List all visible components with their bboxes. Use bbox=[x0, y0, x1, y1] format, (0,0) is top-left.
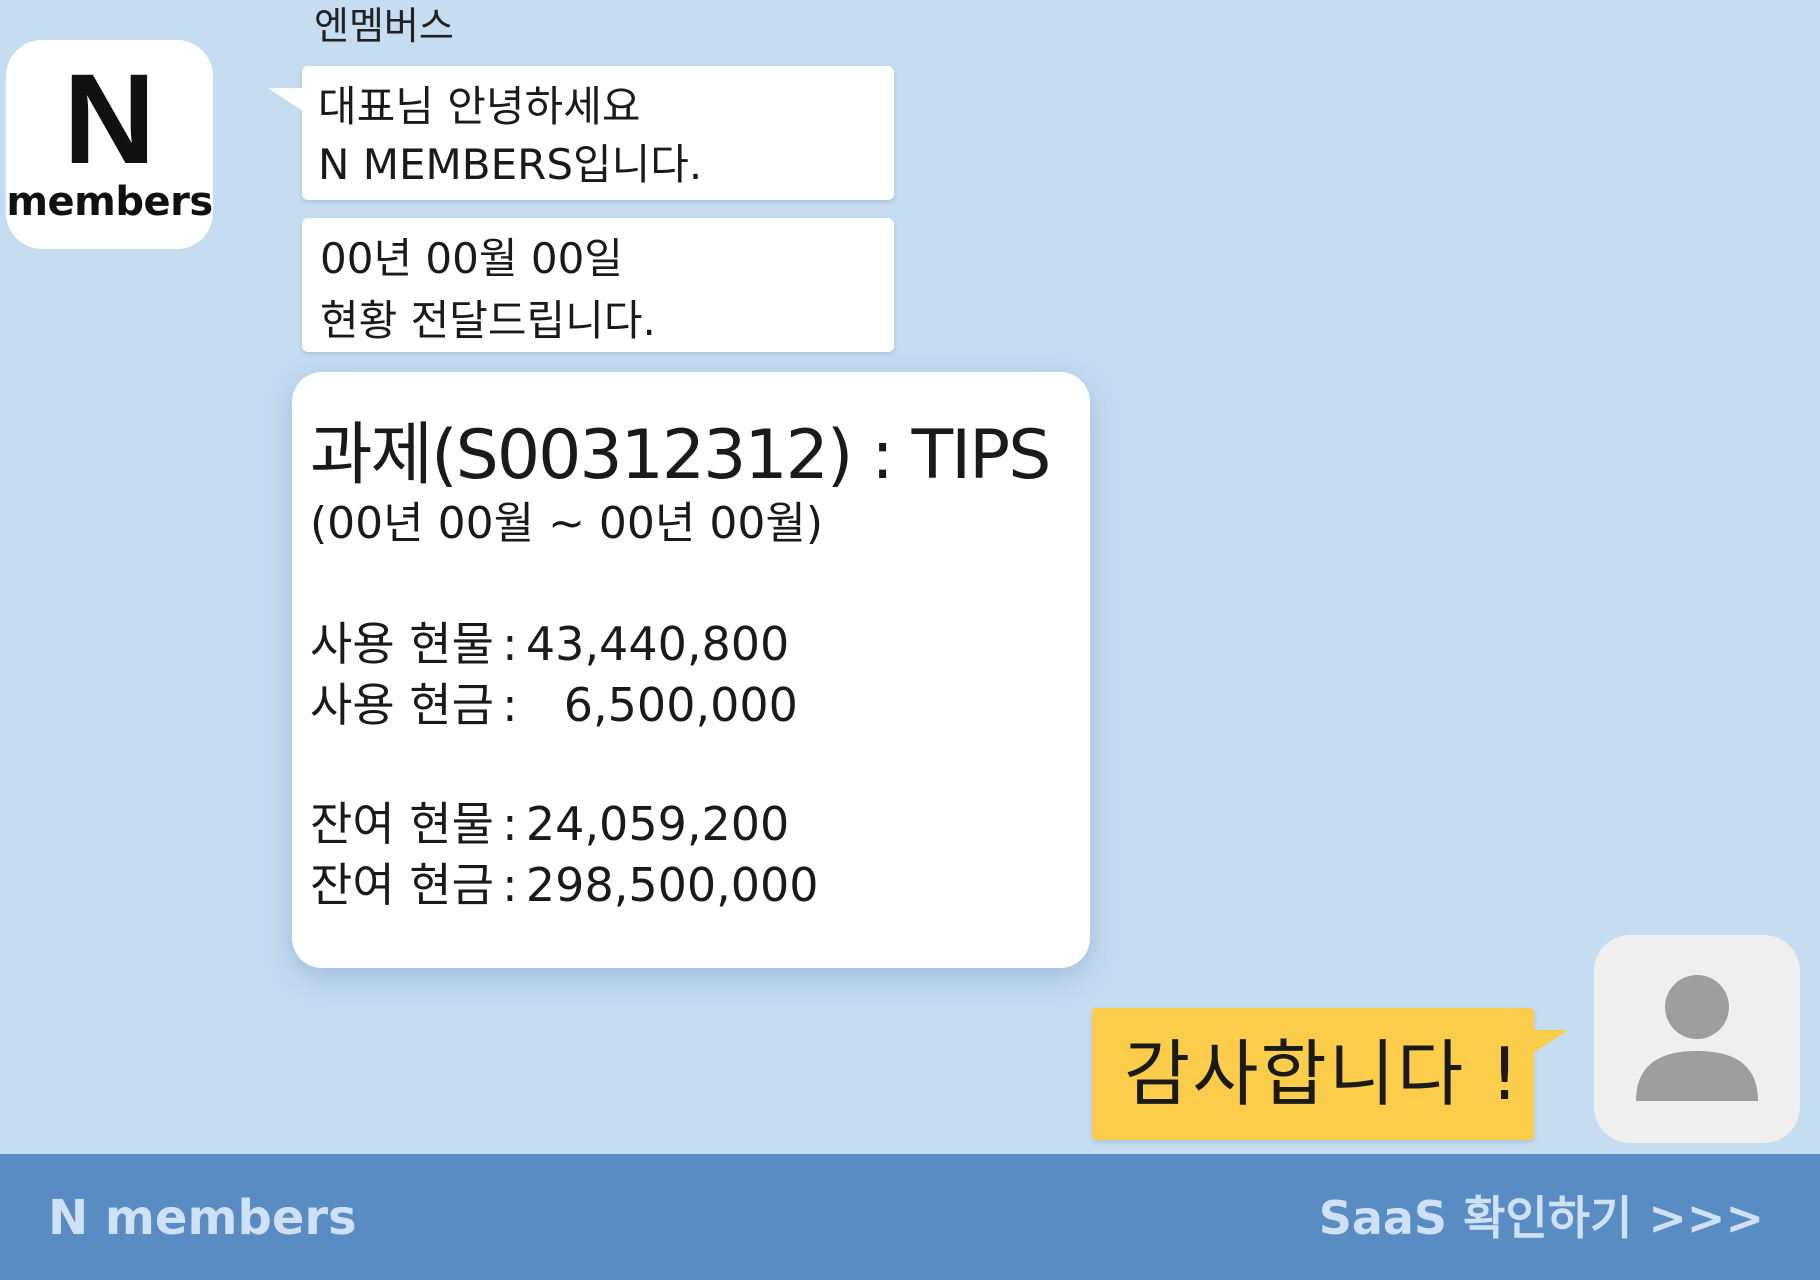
bubble-tail bbox=[268, 88, 304, 112]
used-cash-row: 사용 현금:6,500,000 bbox=[310, 675, 1090, 736]
message-line: 00년 00월 00일 bbox=[320, 234, 623, 283]
row-value: 24,059,200 bbox=[525, 797, 790, 851]
remaining-summary: 잔여 현물:24,059,200 잔여 현금:298,500,000 bbox=[310, 794, 1090, 916]
row-colon: : bbox=[502, 858, 518, 912]
reply-text: 감사합니다 ! bbox=[1124, 1032, 1521, 1116]
row-label: 잔여 현금 bbox=[310, 858, 494, 912]
report-period: (00년 00월 ~ 00년 00월) bbox=[310, 498, 824, 549]
sender-avatar[interactable]: N members bbox=[6, 40, 213, 249]
row-colon: : bbox=[502, 797, 518, 851]
report-card[interactable]: 과제(S00312312) : TIPS (00년 00월 ~ 00년 00월)… bbox=[292, 372, 1090, 968]
footer-brand[interactable]: N members bbox=[48, 1190, 357, 1246]
row-label: 사용 현물 bbox=[310, 617, 494, 671]
user-avatar[interactable] bbox=[1594, 935, 1800, 1143]
chat-area: N members 엔멤버스 대표님 안녕하세요 N MEMBERS입니다. 0… bbox=[0, 0, 1820, 1154]
row-label: 사용 현금 bbox=[310, 678, 494, 732]
row-label: 잔여 현물 bbox=[310, 797, 494, 851]
row-value: 298,500,000 bbox=[525, 858, 819, 912]
row-colon: : bbox=[502, 617, 518, 671]
message-line: 현황 전달드립니다. bbox=[320, 296, 656, 345]
row-value: 43,440,800 bbox=[525, 617, 790, 671]
saas-link[interactable]: SaaS 확인하기 >>> bbox=[1319, 1190, 1764, 1246]
logo-letter: N bbox=[63, 47, 156, 191]
row-colon: : bbox=[502, 678, 518, 732]
used-summary: 사용 현물:43,440,800 사용 현금:6,500,000 bbox=[310, 614, 1090, 736]
used-goods-row: 사용 현물:43,440,800 bbox=[310, 614, 1090, 675]
user-silhouette-icon bbox=[1636, 975, 1758, 1101]
message-line: 대표님 안녕하세요 bbox=[318, 82, 641, 131]
reply-message[interactable]: 감사합니다 ! bbox=[1092, 1008, 1568, 1140]
row-value: 6,500,000 bbox=[563, 678, 798, 732]
bubble-tail bbox=[1532, 1030, 1568, 1054]
report-title: 과제(S00312312) : TIPS bbox=[310, 416, 1051, 495]
remaining-goods-row: 잔여 현물:24,059,200 bbox=[310, 794, 1090, 855]
greeting-message[interactable]: 대표님 안녕하세요 N MEMBERS입니다. bbox=[268, 66, 894, 200]
sender-name: 엔멤버스 bbox=[314, 4, 454, 48]
status-message[interactable]: 00년 00월 00일 현황 전달드립니다. bbox=[302, 218, 894, 352]
logo-text: members bbox=[6, 178, 213, 225]
footer-bar: N members SaaS 확인하기 >>> bbox=[0, 1154, 1820, 1280]
remaining-cash-row: 잔여 현금:298,500,000 bbox=[310, 855, 1090, 916]
message-line: N MEMBERS입니다. bbox=[318, 140, 703, 189]
